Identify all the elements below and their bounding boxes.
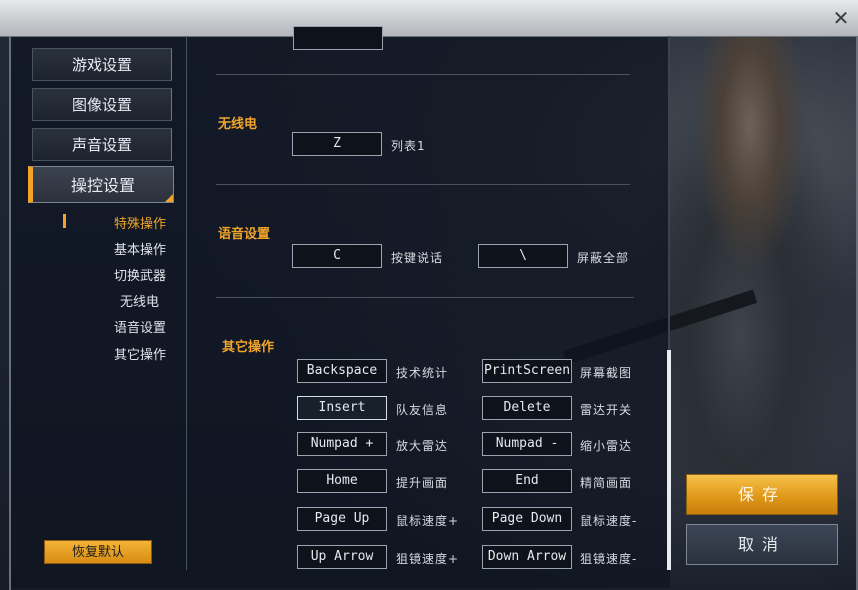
keybind-label: 按键说话 xyxy=(391,251,444,265)
keybind-radar-zoom-out[interactable]: Numpad - xyxy=(482,432,572,456)
window-frame-left xyxy=(9,36,11,590)
scrollbar-thumb[interactable] xyxy=(667,350,671,570)
menu-graphics-settings[interactable]: 图像设置 xyxy=(32,88,172,121)
keybind-screenshot[interactable]: PrintScreen xyxy=(482,359,572,383)
section-title-other: 其它操作 xyxy=(222,340,275,355)
section-divider xyxy=(216,297,634,298)
keybind-label: 提升画面 xyxy=(396,476,449,490)
submenu-radio[interactable]: 无线电 xyxy=(39,291,159,310)
keybind-mouse-speed-up[interactable]: Page Up xyxy=(297,507,387,531)
keybind-label: 技术统计 xyxy=(396,366,449,380)
keybind-label: 屏幕截图 xyxy=(580,366,633,380)
sidebar-divider xyxy=(186,36,187,570)
keybind-label: 精简画面 xyxy=(580,476,633,490)
submenu-special-ops[interactable]: 特殊操作 xyxy=(46,213,166,232)
menu-sound-settings[interactable]: 声音设置 xyxy=(32,128,172,161)
keybind-mouse-speed-down[interactable]: Page Down xyxy=(482,507,572,531)
keybind-push-to-talk[interactable]: C xyxy=(292,244,382,268)
keybind-simplify-quality[interactable]: End xyxy=(482,469,572,493)
section-title-radio: 无线电 xyxy=(218,117,258,132)
keybind-radio-list1[interactable]: Z xyxy=(292,132,382,156)
keybind-label: 放大雷达 xyxy=(396,439,449,453)
menu-game-settings[interactable]: 游戏设置 xyxy=(32,48,172,81)
keybind-mute-all[interactable]: \ xyxy=(478,244,568,268)
close-icon[interactable]: ✕ xyxy=(832,8,850,28)
section-title-voice: 语音设置 xyxy=(218,227,271,242)
keybind-label: 鼠标速度- xyxy=(580,514,638,528)
save-button[interactable]: 保存 xyxy=(686,474,838,515)
cancel-button[interactable]: 取消 xyxy=(686,524,838,565)
keybind-label: 狙镜速度+ xyxy=(396,552,460,566)
title-bar: ✕ xyxy=(0,0,858,37)
menu-control-settings[interactable]: 操控设置 xyxy=(28,166,174,203)
keybind-field-partial[interactable] xyxy=(293,26,383,50)
submenu-switch-weapon[interactable]: 切换武器 xyxy=(46,265,166,284)
keybind-radar-zoom-in[interactable]: Numpad + xyxy=(297,432,387,456)
restore-defaults-button[interactable]: 恢复默认 xyxy=(44,540,152,564)
section-divider xyxy=(216,74,630,75)
keybind-label: 鼠标速度+ xyxy=(396,514,460,528)
keybind-label: 狙镜速度- xyxy=(580,552,638,566)
keybind-team-info[interactable]: Insert xyxy=(297,396,387,420)
keybind-stats[interactable]: Backspace xyxy=(297,359,387,383)
submenu-voice[interactable]: 语音设置 xyxy=(46,317,166,336)
submenu-basic-ops[interactable]: 基本操作 xyxy=(46,239,166,258)
section-divider xyxy=(216,184,630,185)
keybind-radar-toggle[interactable]: Delete xyxy=(482,396,572,420)
keybind-scope-speed-down[interactable]: Down Arrow xyxy=(482,545,572,569)
submenu-other-ops[interactable]: 其它操作 xyxy=(46,344,166,363)
keybind-label: 列表1 xyxy=(391,139,426,153)
keybind-scope-speed-up[interactable]: Up Arrow xyxy=(297,545,387,569)
keybind-label: 缩小雷达 xyxy=(580,439,633,453)
keybind-increase-quality[interactable]: Home xyxy=(297,469,387,493)
keybind-label: 雷达开关 xyxy=(580,403,633,417)
keybind-label: 队友信息 xyxy=(396,403,449,417)
keybind-label: 屏蔽全部 xyxy=(577,251,630,265)
